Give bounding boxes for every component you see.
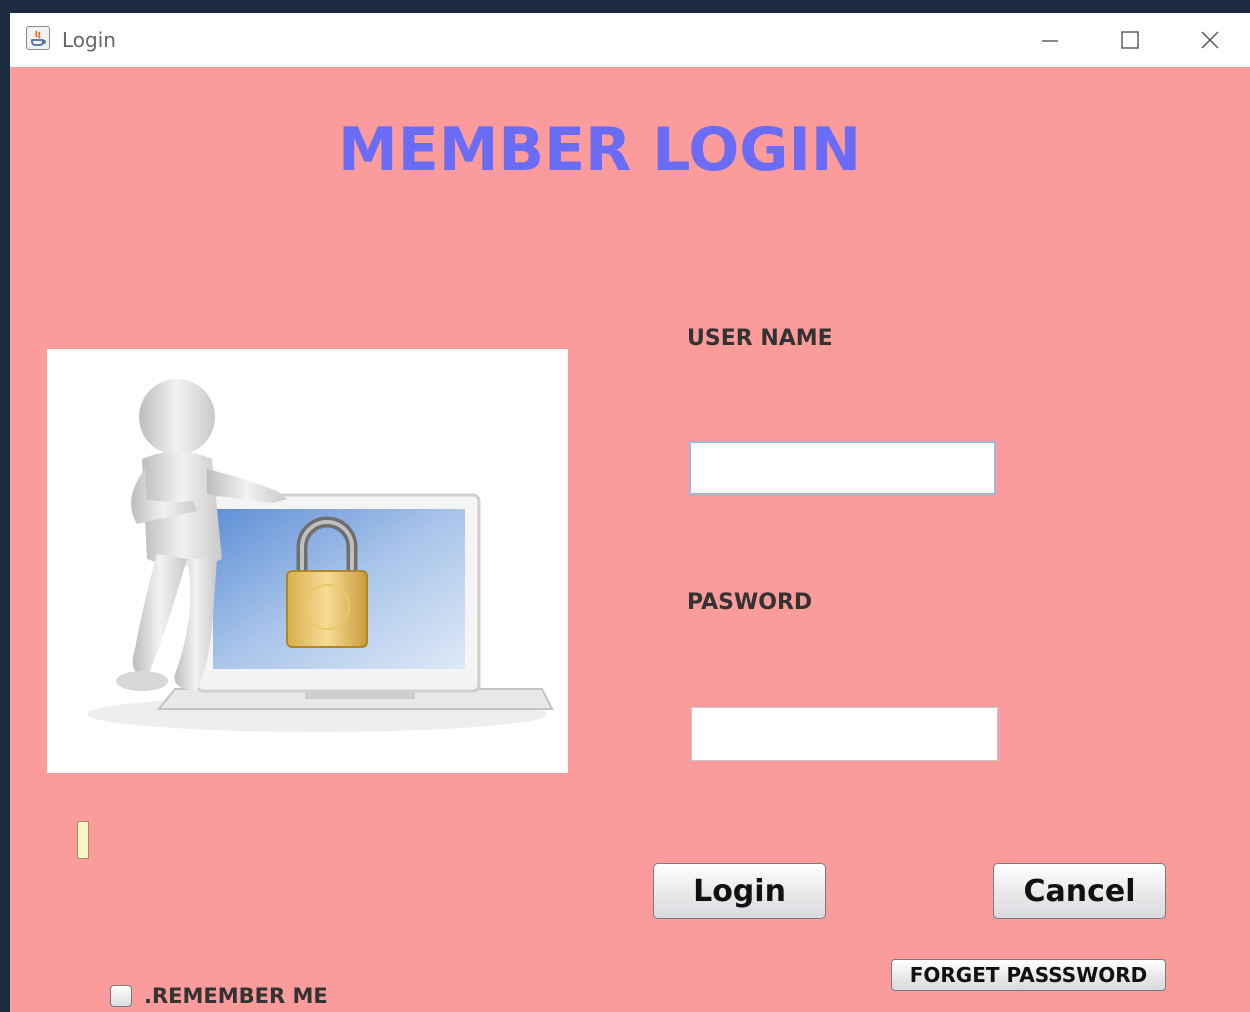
maximize-button[interactable] (1090, 13, 1170, 67)
user-with-locked-laptop-icon (47, 349, 568, 773)
password-input[interactable] (691, 707, 998, 761)
minimize-button[interactable] (1010, 13, 1090, 67)
java-app-icon (26, 26, 50, 50)
page-title: MEMBER LOGIN (338, 115, 862, 185)
close-button[interactable] (1170, 13, 1250, 67)
minimize-icon (1042, 40, 1058, 42)
window-title: Login (62, 28, 116, 52)
remember-me-label: .REMEMBER ME (144, 984, 328, 1008)
remember-me-option[interactable]: .REMEMBER ME (110, 982, 328, 1010)
remember-me-checkbox[interactable] (110, 985, 132, 1007)
progress-indicator (77, 821, 89, 859)
close-icon (1201, 31, 1219, 49)
login-panel: MEMBER LOGIN USER NAME PASWORD Login Can… (10, 67, 1250, 1012)
forget-password-button[interactable]: FORGET PASSSWORD (891, 959, 1166, 991)
username-input[interactable] (689, 441, 996, 495)
password-label: PASWORD (687, 590, 813, 615)
title-bar[interactable]: Login (10, 13, 1250, 67)
login-window: Login MEMBER LOGIN USER NAME PASWORD Log… (10, 13, 1250, 1012)
maximize-icon (1121, 31, 1139, 49)
login-button[interactable]: Login (653, 863, 826, 919)
cancel-button[interactable]: Cancel (993, 863, 1166, 919)
username-label: USER NAME (687, 326, 833, 351)
